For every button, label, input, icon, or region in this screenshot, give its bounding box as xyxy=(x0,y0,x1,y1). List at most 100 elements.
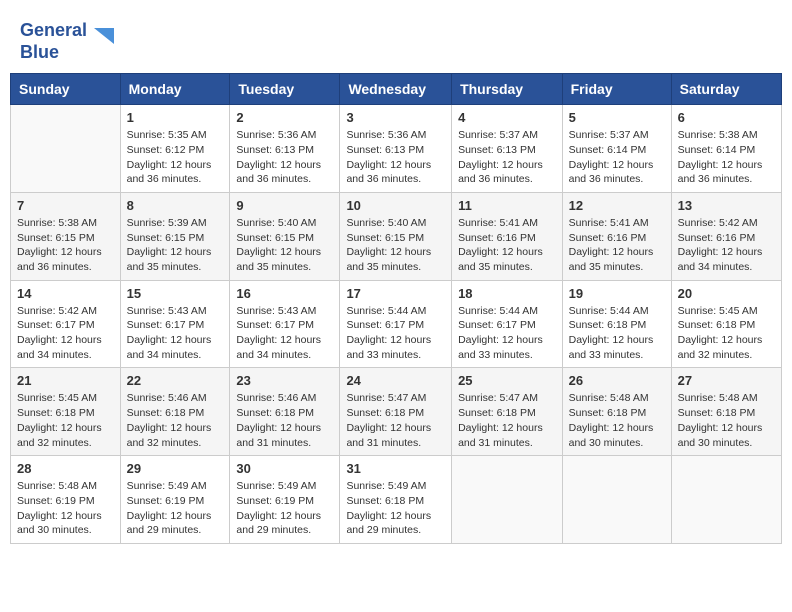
calendar-cell: 10Sunrise: 5:40 AMSunset: 6:15 PMDayligh… xyxy=(340,192,452,280)
calendar-cell: 20Sunrise: 5:45 AMSunset: 6:18 PMDayligh… xyxy=(671,280,781,368)
day-info: Sunrise: 5:37 AMSunset: 6:14 PMDaylight:… xyxy=(569,128,665,187)
day-number: 23 xyxy=(236,373,333,388)
day-number: 15 xyxy=(127,286,224,301)
day-number: 25 xyxy=(458,373,556,388)
calendar-cell xyxy=(452,456,563,544)
day-info: Sunrise: 5:35 AMSunset: 6:12 PMDaylight:… xyxy=(127,128,224,187)
calendar-cell: 4 Sunrise: 5:37 AMSunset: 6:13 PMDaylight… xyxy=(452,105,563,193)
day-number: 29 xyxy=(127,461,224,476)
header-row: SundayMondayTuesdayWednesdayThursdayFrid… xyxy=(11,74,782,105)
day-info: Sunrise: 5:49 AMSunset: 6:18 PMDaylight:… xyxy=(346,479,445,538)
day-info: Sunrise: 5:44 AMSunset: 6:17 PMDaylight:… xyxy=(458,304,556,363)
week-row-5: 28 Sunrise: 5:48 AMSunset: 6:19 PMDayligh… xyxy=(11,456,782,544)
day-info: Sunrise: 5:38 AMSunset: 6:15 PMDaylight:… xyxy=(17,216,114,275)
calendar-cell: 12 Sunrise: 5:41 AMSunset: 6:16 PMDayligh… xyxy=(562,192,671,280)
day-number: 18 xyxy=(458,286,556,301)
day-info: Sunrise: 5:40 AMSunset: 6:15 PMDaylight:… xyxy=(346,216,445,275)
day-info: Sunrise: 5:47 AMSunset: 6:18 PMDaylight:… xyxy=(458,391,556,450)
day-info: Sunrise: 5:37 AMSunset: 6:13 PMDaylight:… xyxy=(458,128,556,187)
day-info: Sunrise: 5:43 AMSunset: 6:17 PMDaylight:… xyxy=(127,304,224,363)
day-number: 7 xyxy=(17,198,114,213)
day-number: 21 xyxy=(17,373,114,388)
calendar-cell: 17 Sunrise: 5:44 AMSunset: 6:17 PMDayligh… xyxy=(340,280,452,368)
day-info: Sunrise: 5:46 AMSunset: 6:18 PMDaylight:… xyxy=(127,391,224,450)
logo: GeneralBlue xyxy=(20,20,118,63)
day-number: 30 xyxy=(236,461,333,476)
calendar-cell: 13 Sunrise: 5:42 AMSunset: 6:16 PMDayligh… xyxy=(671,192,781,280)
day-number: 3 xyxy=(346,110,445,125)
day-number: 12 xyxy=(569,198,665,213)
logo-text: GeneralBlue xyxy=(20,20,87,63)
day-number: 11 xyxy=(458,198,556,213)
day-info: Sunrise: 5:36 AMSunset: 6:13 PMDaylight:… xyxy=(346,128,445,187)
col-header-tuesday: Tuesday xyxy=(230,74,340,105)
calendar-cell: 23 Sunrise: 5:46 AMSunset: 6:18 PMDayligh… xyxy=(230,368,340,456)
calendar-cell: 6Sunrise: 5:38 AMSunset: 6:14 PMDaylight… xyxy=(671,105,781,193)
calendar-cell: 22 Sunrise: 5:46 AMSunset: 6:18 PMDayligh… xyxy=(120,368,230,456)
calendar-cell xyxy=(671,456,781,544)
calendar-cell: 27Sunrise: 5:48 AMSunset: 6:18 PMDayligh… xyxy=(671,368,781,456)
week-row-3: 14Sunrise: 5:42 AMSunset: 6:17 PMDayligh… xyxy=(11,280,782,368)
day-number: 31 xyxy=(346,461,445,476)
day-info: Sunrise: 5:39 AMSunset: 6:15 PMDaylight:… xyxy=(127,216,224,275)
calendar-cell xyxy=(11,105,121,193)
day-info: Sunrise: 5:38 AMSunset: 6:14 PMDaylight:… xyxy=(678,128,775,187)
calendar-cell: 14Sunrise: 5:42 AMSunset: 6:17 PMDayligh… xyxy=(11,280,121,368)
day-info: Sunrise: 5:48 AMSunset: 6:19 PMDaylight:… xyxy=(17,479,114,538)
day-info: Sunrise: 5:44 AMSunset: 6:18 PMDaylight:… xyxy=(569,304,665,363)
calendar-cell: 19Sunrise: 5:44 AMSunset: 6:18 PMDayligh… xyxy=(562,280,671,368)
day-number: 16 xyxy=(236,286,333,301)
day-info: Sunrise: 5:47 AMSunset: 6:18 PMDaylight:… xyxy=(346,391,445,450)
calendar-cell: 29Sunrise: 5:49 AMSunset: 6:19 PMDayligh… xyxy=(120,456,230,544)
calendar-cell: 26 Sunrise: 5:48 AMSunset: 6:18 PMDayligh… xyxy=(562,368,671,456)
calendar-cell: 28 Sunrise: 5:48 AMSunset: 6:19 PMDayligh… xyxy=(11,456,121,544)
col-header-thursday: Thursday xyxy=(452,74,563,105)
col-header-wednesday: Wednesday xyxy=(340,74,452,105)
logo-triangle-icon xyxy=(90,24,118,52)
day-number: 4 xyxy=(458,110,556,125)
day-info: Sunrise: 5:41 AMSunset: 6:16 PMDaylight:… xyxy=(569,216,665,275)
day-info: Sunrise: 5:43 AMSunset: 6:17 PMDaylight:… xyxy=(236,304,333,363)
calendar-cell: 7 Sunrise: 5:38 AMSunset: 6:15 PMDaylight… xyxy=(11,192,121,280)
day-number: 5 xyxy=(569,110,665,125)
week-row-1: 1 Sunrise: 5:35 AMSunset: 6:12 PMDaylight… xyxy=(11,105,782,193)
day-info: Sunrise: 5:46 AMSunset: 6:18 PMDaylight:… xyxy=(236,391,333,450)
day-info: Sunrise: 5:41 AMSunset: 6:16 PMDaylight:… xyxy=(458,216,556,275)
calendar-cell: 30Sunrise: 5:49 AMSunset: 6:19 PMDayligh… xyxy=(230,456,340,544)
day-info: Sunrise: 5:42 AMSunset: 6:16 PMDaylight:… xyxy=(678,216,775,275)
day-number: 2 xyxy=(236,110,333,125)
day-number: 28 xyxy=(17,461,114,476)
day-info: Sunrise: 5:48 AMSunset: 6:18 PMDaylight:… xyxy=(569,391,665,450)
day-info: Sunrise: 5:45 AMSunset: 6:18 PMDaylight:… xyxy=(678,304,775,363)
calendar-cell: 11 Sunrise: 5:41 AMSunset: 6:16 PMDayligh… xyxy=(452,192,563,280)
week-row-4: 21 Sunrise: 5:45 AMSunset: 6:18 PMDayligh… xyxy=(11,368,782,456)
calendar-cell: 1 Sunrise: 5:35 AMSunset: 6:12 PMDaylight… xyxy=(120,105,230,193)
day-number: 13 xyxy=(678,198,775,213)
day-number: 17 xyxy=(346,286,445,301)
week-row-2: 7 Sunrise: 5:38 AMSunset: 6:15 PMDaylight… xyxy=(11,192,782,280)
calendar-cell: 15 Sunrise: 5:43 AMSunset: 6:17 PMDayligh… xyxy=(120,280,230,368)
day-number: 26 xyxy=(569,373,665,388)
col-header-saturday: Saturday xyxy=(671,74,781,105)
day-number: 22 xyxy=(127,373,224,388)
logo-container: GeneralBlue xyxy=(20,20,118,63)
calendar-cell xyxy=(562,456,671,544)
day-info: Sunrise: 5:40 AMSunset: 6:15 PMDaylight:… xyxy=(236,216,333,275)
day-info: Sunrise: 5:45 AMSunset: 6:18 PMDaylight:… xyxy=(17,391,114,450)
calendar-cell: 2Sunrise: 5:36 AMSunset: 6:13 PMDaylight… xyxy=(230,105,340,193)
calendar-cell: 5 Sunrise: 5:37 AMSunset: 6:14 PMDaylight… xyxy=(562,105,671,193)
day-info: Sunrise: 5:44 AMSunset: 6:17 PMDaylight:… xyxy=(346,304,445,363)
calendar-table: SundayMondayTuesdayWednesdayThursdayFrid… xyxy=(10,73,782,544)
day-number: 8 xyxy=(127,198,224,213)
calendar-cell: 16 Sunrise: 5:43 AMSunset: 6:17 PMDayligh… xyxy=(230,280,340,368)
day-info: Sunrise: 5:42 AMSunset: 6:17 PMDaylight:… xyxy=(17,304,114,363)
day-number: 1 xyxy=(127,110,224,125)
day-number: 27 xyxy=(678,373,775,388)
calendar-cell: 18 Sunrise: 5:44 AMSunset: 6:17 PMDayligh… xyxy=(452,280,563,368)
col-header-friday: Friday xyxy=(562,74,671,105)
calendar-cell: 3 Sunrise: 5:36 AMSunset: 6:13 PMDaylight… xyxy=(340,105,452,193)
col-header-monday: Monday xyxy=(120,74,230,105)
calendar-cell: 25 Sunrise: 5:47 AMSunset: 6:18 PMDayligh… xyxy=(452,368,563,456)
calendar-cell: 21 Sunrise: 5:45 AMSunset: 6:18 PMDayligh… xyxy=(11,368,121,456)
calendar-cell: 9Sunrise: 5:40 AMSunset: 6:15 PMDaylight… xyxy=(230,192,340,280)
